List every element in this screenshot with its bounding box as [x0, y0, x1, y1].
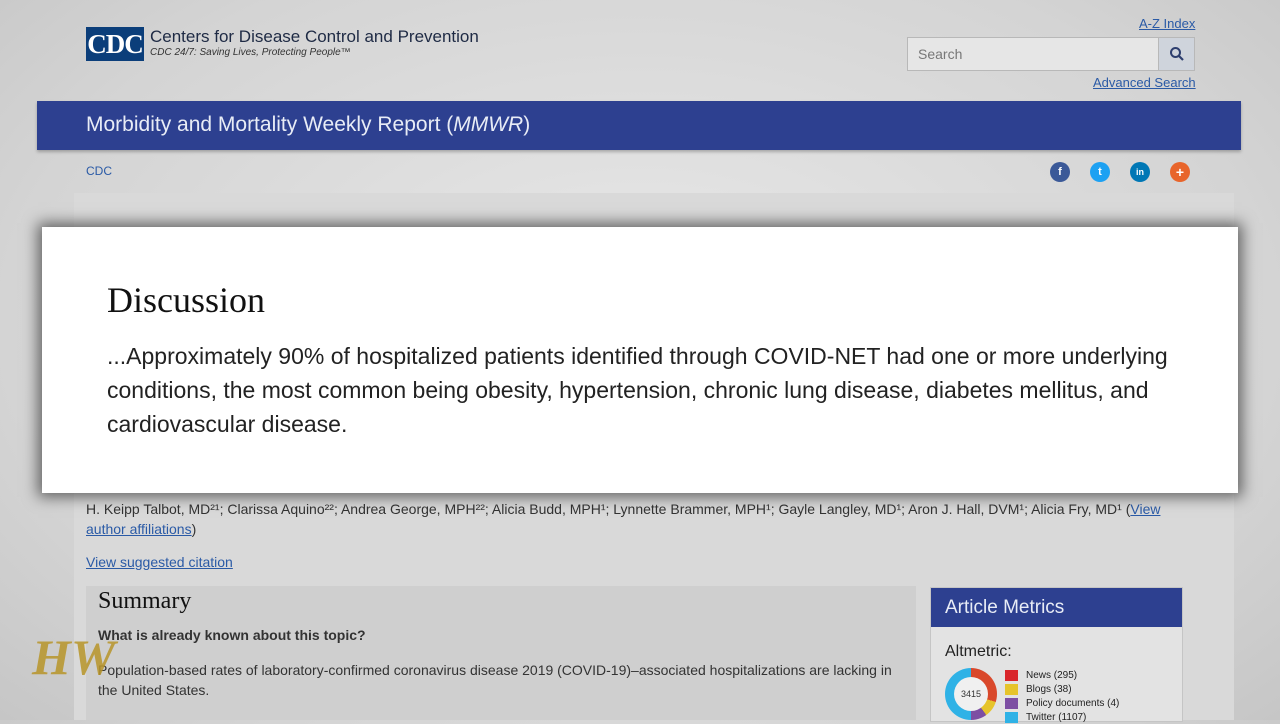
summary-question: What is already known about this topic? — [98, 627, 366, 643]
policy-swatch — [1005, 697, 1018, 709]
breadcrumb[interactable]: CDC — [86, 164, 112, 178]
altmetric-label: Altmetric: — [945, 643, 1012, 660]
search-input[interactable] — [908, 38, 1158, 70]
search-icon — [1169, 47, 1184, 61]
banner-title-suffix: ) — [523, 113, 531, 136]
banner-title-prefix: Morbidity and Mortality Weekly Report ( — [86, 113, 454, 136]
author-list: H. Keipp Talbot, MD²¹; Clarissa Aquino²²… — [86, 499, 1166, 539]
discussion-text: ...Approximately 90% of hospitalized pat… — [107, 343, 1168, 437]
authors-close: ) — [191, 521, 197, 537]
search-box — [907, 37, 1195, 71]
altmetric-score: 3415 — [954, 677, 988, 711]
news-swatch — [1005, 669, 1018, 681]
authors-text: H. Keipp Talbot, MD²¹; Clarissa Aquino²²… — [86, 501, 1131, 517]
az-index-link[interactable]: A-Z Index — [1139, 16, 1195, 31]
discussion-title: Discussion — [107, 280, 266, 320]
altmetric-twitter-label: Twitter (1107) — [1026, 711, 1087, 723]
discussion-callout: Discussion ...Approximately 90% of hospi… — [42, 227, 1238, 493]
summary-title: Summary — [98, 588, 192, 614]
altmetric-blogs[interactable]: Blogs (38) — [1005, 682, 1119, 696]
summary-box: Summary What is already known about this… — [86, 586, 916, 720]
altmetric-blogs-label: Blogs (38) — [1026, 683, 1072, 695]
org-tagline: CDC 24/7: Saving Lives, Protecting Peopl… — [150, 47, 351, 58]
altmetric-donut[interactable]: 3415 — [945, 668, 997, 720]
mmwr-banner: Morbidity and Mortality Weekly Report (M… — [37, 101, 1241, 150]
advanced-search-link[interactable]: Advanced Search — [1093, 75, 1196, 90]
altmetric-legend: News (295) Blogs (38) Policy documents (… — [1005, 668, 1119, 724]
view-suggested-citation-link[interactable]: View suggested citation — [86, 554, 233, 570]
cdc-logo-block[interactable]: CDC Centers for Disease Control and Prev… — [86, 27, 479, 61]
watermark-text: HW — [31, 629, 119, 684]
social-share-bar: f t in + — [1050, 162, 1190, 182]
cdc-logo[interactable]: CDC — [86, 27, 144, 61]
altmetric-news-label: News (295) — [1026, 669, 1078, 681]
share-icon[interactable]: + — [1170, 162, 1190, 182]
twitter-swatch — [1005, 711, 1018, 723]
org-name: Centers for Disease Control and Preventi… — [150, 27, 479, 46]
blogs-swatch — [1005, 683, 1018, 695]
hw-watermark-logo: HW — [31, 629, 119, 684]
banner-title-abbr: MMWR — [453, 113, 524, 136]
search-button[interactable] — [1158, 38, 1194, 70]
facebook-icon[interactable]: f — [1050, 162, 1070, 182]
article-metrics-panel: Article Metrics Altmetric: 3415 News (29… — [930, 587, 1183, 724]
summary-answer: Population-based rates of laboratory-con… — [98, 662, 892, 698]
altmetric-policy[interactable]: Policy documents (4) — [1005, 696, 1119, 710]
altmetric-policy-label: Policy documents (4) — [1026, 697, 1120, 709]
altmetric-news[interactable]: News (295) — [1005, 668, 1119, 682]
article-metrics-header: Article Metrics — [931, 588, 1182, 627]
org-info: Centers for Disease Control and Preventi… — [150, 27, 479, 59]
altmetric-twitter[interactable]: Twitter (1107) — [1005, 710, 1119, 724]
twitter-icon[interactable]: t — [1090, 162, 1110, 182]
linkedin-icon[interactable]: in — [1130, 162, 1150, 182]
banner-title[interactable]: Morbidity and Mortality Weekly Report (M… — [86, 113, 530, 137]
